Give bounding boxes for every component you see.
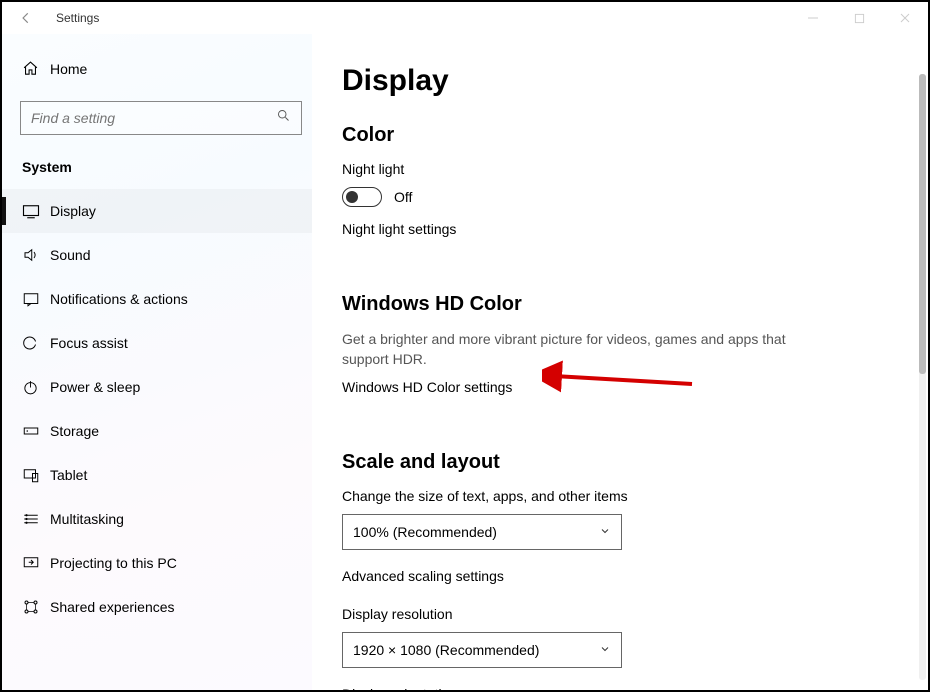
sidebar-item-label: Notifications & actions [50, 291, 188, 307]
maximize-button[interactable] [836, 2, 882, 34]
chevron-down-icon [599, 525, 611, 540]
multitasking-icon [22, 510, 50, 528]
back-icon[interactable] [16, 11, 36, 25]
sidebar-item-label: Sound [50, 247, 90, 263]
close-button[interactable] [882, 2, 928, 34]
scale-dropdown-value: 100% (Recommended) [353, 524, 497, 540]
sidebar-item-display[interactable]: Display [2, 189, 312, 233]
main-content: Display Color Night light Off Night ligh… [312, 34, 928, 690]
home-link[interactable]: Home [20, 54, 312, 83]
sidebar-item-power[interactable]: Power & sleep [2, 365, 312, 409]
night-light-toggle[interactable] [342, 187, 382, 207]
sidebar-item-label: Focus assist [50, 335, 128, 351]
window-controls [790, 2, 928, 34]
notifications-icon [22, 290, 50, 308]
titlebar: Settings [2, 2, 928, 34]
search-field[interactable] [31, 110, 276, 126]
sidebar-item-notifications[interactable]: Notifications & actions [2, 277, 312, 321]
storage-icon [22, 422, 50, 440]
search-icon [276, 108, 291, 128]
scrollbar[interactable] [919, 74, 926, 680]
section-color-heading: Color [342, 124, 898, 147]
sidebar-section-title: System [20, 159, 312, 175]
sidebar: Home System Display Sound Notificati [2, 34, 312, 690]
home-label: Home [50, 61, 87, 77]
sidebar-item-projecting[interactable]: Projecting to this PC [2, 541, 312, 585]
sidebar-item-multitasking[interactable]: Multitasking [2, 497, 312, 541]
section-scale-heading: Scale and layout [342, 451, 898, 474]
minimize-button[interactable] [790, 2, 836, 34]
resolution-label: Display resolution [342, 606, 898, 622]
sidebar-item-label: Shared experiences [50, 599, 175, 615]
shared-icon [22, 598, 50, 616]
sidebar-item-shared[interactable]: Shared experiences [2, 585, 312, 629]
sidebar-item-label: Display [50, 203, 96, 219]
scale-change-label: Change the size of text, apps, and other… [342, 488, 898, 504]
sidebar-item-storage[interactable]: Storage [2, 409, 312, 453]
orientation-label: Display orientation [342, 686, 898, 690]
scrollbar-thumb[interactable] [919, 74, 926, 374]
night-light-state: Off [394, 189, 412, 205]
sidebar-item-label: Power & sleep [50, 379, 140, 395]
section-hdcolor-heading: Windows HD Color [342, 293, 898, 316]
projecting-icon [22, 554, 50, 572]
tablet-icon [22, 466, 50, 484]
resolution-dropdown-value: 1920 × 1080 (Recommended) [353, 642, 539, 658]
sidebar-item-label: Storage [50, 423, 99, 439]
sidebar-item-label: Multitasking [50, 511, 124, 527]
home-icon [22, 60, 50, 77]
sidebar-item-focus-assist[interactable]: Focus assist [2, 321, 312, 365]
sidebar-item-tablet[interactable]: Tablet [2, 453, 312, 497]
sound-icon [22, 246, 50, 264]
advanced-scaling-link[interactable]: Advanced scaling settings [342, 568, 504, 584]
hdcolor-settings-link[interactable]: Windows HD Color settings [342, 379, 512, 395]
sidebar-item-label: Projecting to this PC [50, 555, 177, 571]
resolution-dropdown[interactable]: 1920 × 1080 (Recommended) [342, 632, 622, 668]
window-title: Settings [56, 11, 99, 25]
sidebar-item-label: Tablet [50, 467, 87, 483]
scale-dropdown[interactable]: 100% (Recommended) [342, 514, 622, 550]
night-light-settings-link[interactable]: Night light settings [342, 221, 456, 237]
chevron-down-icon [599, 643, 611, 658]
sidebar-item-sound[interactable]: Sound [2, 233, 312, 277]
search-input[interactable] [20, 101, 302, 135]
night-light-label: Night light [342, 161, 898, 177]
hdcolor-description: Get a brighter and more vibrant picture … [342, 330, 802, 369]
power-icon [22, 379, 50, 396]
display-icon [22, 202, 50, 220]
focus-icon [22, 334, 50, 352]
page-title: Display [342, 64, 898, 98]
